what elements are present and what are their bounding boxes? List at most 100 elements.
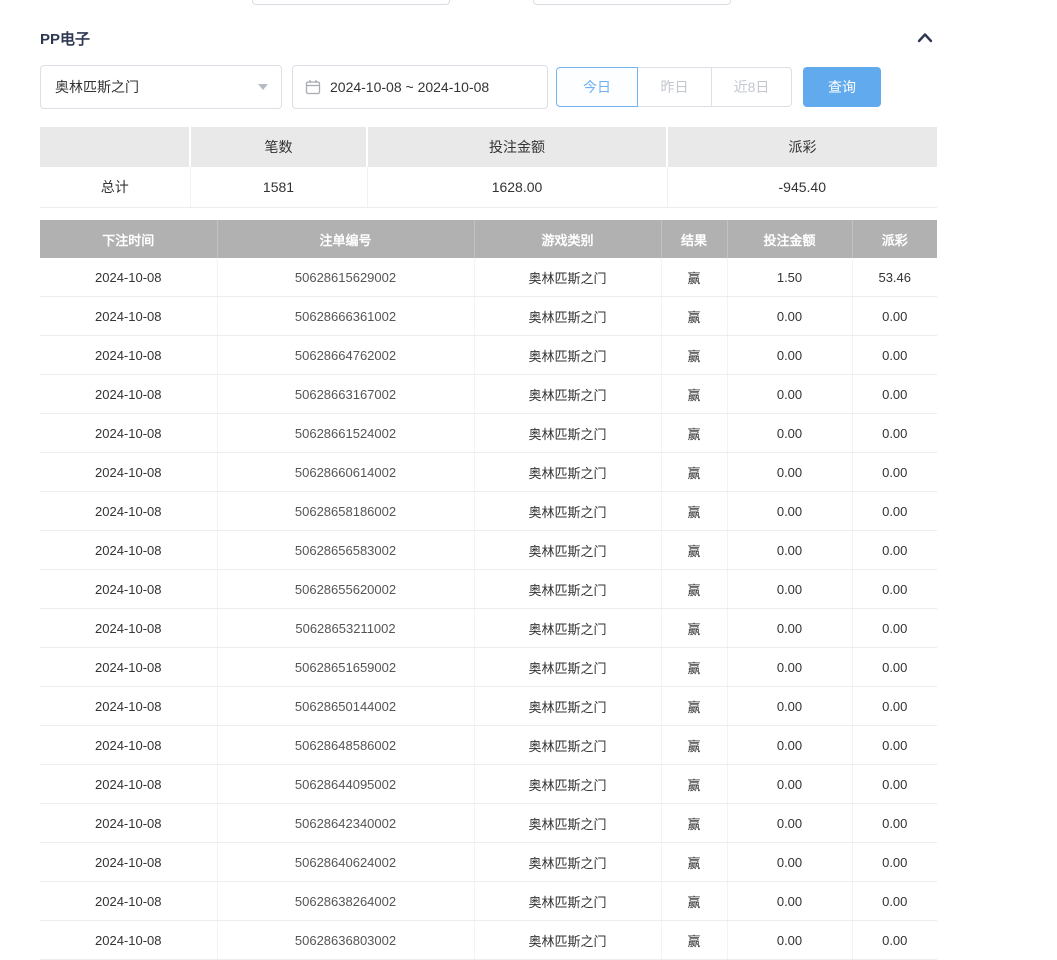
table-cell: 2024-10-08: [40, 687, 217, 726]
cutoff-input-right[interactable]: [533, 0, 731, 5]
table-cell: 奥林匹斯之门: [474, 804, 661, 843]
table-cell: 0.00: [852, 882, 937, 921]
date-range-input[interactable]: 2024-10-08 ~ 2024-10-08: [292, 65, 548, 109]
section-header: PP电子: [40, 26, 937, 50]
table-cell: 50628664762002: [217, 336, 474, 375]
game-select[interactable]: 奥林匹斯之门: [40, 65, 282, 109]
table-cell: 0.00: [727, 921, 852, 960]
table-row: 2024-10-0850628663167002奥林匹斯之门赢0.000.00: [40, 375, 937, 414]
table-cell: 1.50: [727, 258, 852, 297]
today-button[interactable]: 今日: [556, 67, 638, 107]
summary-total-payout: -945.40: [667, 167, 937, 208]
summary-total-count: 1581: [190, 167, 367, 208]
table-cell: 奥林匹斯之门: [474, 258, 661, 297]
table-row: 2024-10-0850628656583002奥林匹斯之门赢0.000.00: [40, 531, 937, 570]
summary-total-label: 总计: [40, 167, 190, 208]
table-cell: 赢: [661, 609, 727, 648]
yesterday-button[interactable]: 昨日: [637, 67, 712, 107]
game-select-value: 奥林匹斯之门: [55, 77, 139, 97]
table-cell: 0.00: [852, 453, 937, 492]
calendar-icon: [305, 79, 321, 95]
table-cell: 50628658186002: [217, 492, 474, 531]
table-cell: 0.00: [852, 804, 937, 843]
caret-down-icon: [258, 84, 268, 90]
table-cell: 50628644095002: [217, 765, 474, 804]
summary-col-bet-amount: 投注金额: [367, 127, 667, 167]
table-cell: 赢: [661, 843, 727, 882]
table-cell: 50628666361002: [217, 297, 474, 336]
table-cell: 0.00: [852, 414, 937, 453]
table-cell: 0.00: [852, 336, 937, 375]
table-cell: 奥林匹斯之门: [474, 726, 661, 765]
table-cell: 0.00: [852, 921, 937, 960]
table-cell: 0.00: [727, 375, 852, 414]
table-cell: 0.00: [852, 843, 937, 882]
table-row: 2024-10-0850628666361002奥林匹斯之门赢0.000.00: [40, 297, 937, 336]
cutoff-input-left[interactable]: [252, 0, 450, 5]
table-cell: 赢: [661, 414, 727, 453]
table-row: 2024-10-0850628648586002奥林匹斯之门赢0.000.00: [40, 726, 937, 765]
table-row: 2024-10-0850628636803002奥林匹斯之门赢0.000.00: [40, 921, 937, 960]
table-cell: 0.00: [852, 765, 937, 804]
last-8-days-button[interactable]: 近8日: [711, 67, 792, 107]
table-cell: 50628653211002: [217, 609, 474, 648]
table-row: 2024-10-0850628644095002奥林匹斯之门赢0.000.00: [40, 765, 937, 804]
section-title: PP电子: [40, 28, 90, 49]
table-cell: 0.00: [727, 297, 852, 336]
table-cell: 2024-10-08: [40, 570, 217, 609]
table-cell: 0.00: [727, 648, 852, 687]
table-cell: 0.00: [852, 609, 937, 648]
table-cell: 53.46: [852, 258, 937, 297]
table-cell: 2024-10-08: [40, 258, 217, 297]
summary-col-count: 笔数: [190, 127, 367, 167]
table-cell: 0.00: [727, 492, 852, 531]
collapse-button[interactable]: [913, 26, 937, 50]
detail-table-body: 2024-10-0850628615629002奥林匹斯之门赢1.5053.46…: [40, 258, 937, 960]
table-cell: 50628640624002: [217, 843, 474, 882]
table-cell: 奥林匹斯之门: [474, 414, 661, 453]
table-cell: 赢: [661, 882, 727, 921]
table-cell: 赢: [661, 570, 727, 609]
table-cell: 2024-10-08: [40, 492, 217, 531]
table-cell: 2024-10-08: [40, 375, 217, 414]
table-row: 2024-10-0850628642340002奥林匹斯之门赢0.000.00: [40, 804, 937, 843]
table-cell: 2024-10-08: [40, 843, 217, 882]
table-cell: 50628660614002: [217, 453, 474, 492]
table-cell: 奥林匹斯之门: [474, 609, 661, 648]
table-cell: 0.00: [727, 765, 852, 804]
detail-col-result: 结果: [661, 220, 727, 258]
table-cell: 2024-10-08: [40, 336, 217, 375]
table-row: 2024-10-0850628653211002奥林匹斯之门赢0.000.00: [40, 609, 937, 648]
table-row: 2024-10-0850628638264002奥林匹斯之门赢0.000.00: [40, 882, 937, 921]
table-cell: 50628656583002: [217, 531, 474, 570]
table-cell: 50628642340002: [217, 804, 474, 843]
table-cell: 2024-10-08: [40, 804, 217, 843]
summary-col-payout: 派彩: [667, 127, 937, 167]
filter-row: 奥林匹斯之门 2024-10-08 ~ 2024-10-08 今日 昨日 近8日…: [40, 66, 937, 108]
table-cell: 0.00: [852, 492, 937, 531]
search-button[interactable]: 查询: [803, 67, 881, 107]
table-row: 2024-10-0850628661524002奥林匹斯之门赢0.000.00: [40, 414, 937, 453]
table-cell: 2024-10-08: [40, 297, 217, 336]
table-cell: 0.00: [852, 570, 937, 609]
table-cell: 奥林匹斯之门: [474, 765, 661, 804]
table-cell: 2024-10-08: [40, 921, 217, 960]
table-cell: 0.00: [727, 843, 852, 882]
table-cell: 奥林匹斯之门: [474, 882, 661, 921]
table-row: 2024-10-0850628664762002奥林匹斯之门赢0.000.00: [40, 336, 937, 375]
table-cell: 赢: [661, 375, 727, 414]
table-cell: 奥林匹斯之门: [474, 336, 661, 375]
table-cell: 0.00: [727, 687, 852, 726]
summary-total-row: 总计 1581 1628.00 -945.40: [40, 167, 937, 208]
table-row: 2024-10-0850628658186002奥林匹斯之门赢0.000.00: [40, 492, 937, 531]
table-cell: 2024-10-08: [40, 882, 217, 921]
table-cell: 奥林匹斯之门: [474, 648, 661, 687]
table-cell: 50628638264002: [217, 882, 474, 921]
date-range-value: 2024-10-08 ~ 2024-10-08: [330, 79, 489, 95]
table-cell: 2024-10-08: [40, 765, 217, 804]
table-cell: 2024-10-08: [40, 414, 217, 453]
table-cell: 0.00: [852, 648, 937, 687]
table-cell: 奥林匹斯之门: [474, 843, 661, 882]
table-row: 2024-10-0850628651659002奥林匹斯之门赢0.000.00: [40, 648, 937, 687]
table-cell: 50628651659002: [217, 648, 474, 687]
